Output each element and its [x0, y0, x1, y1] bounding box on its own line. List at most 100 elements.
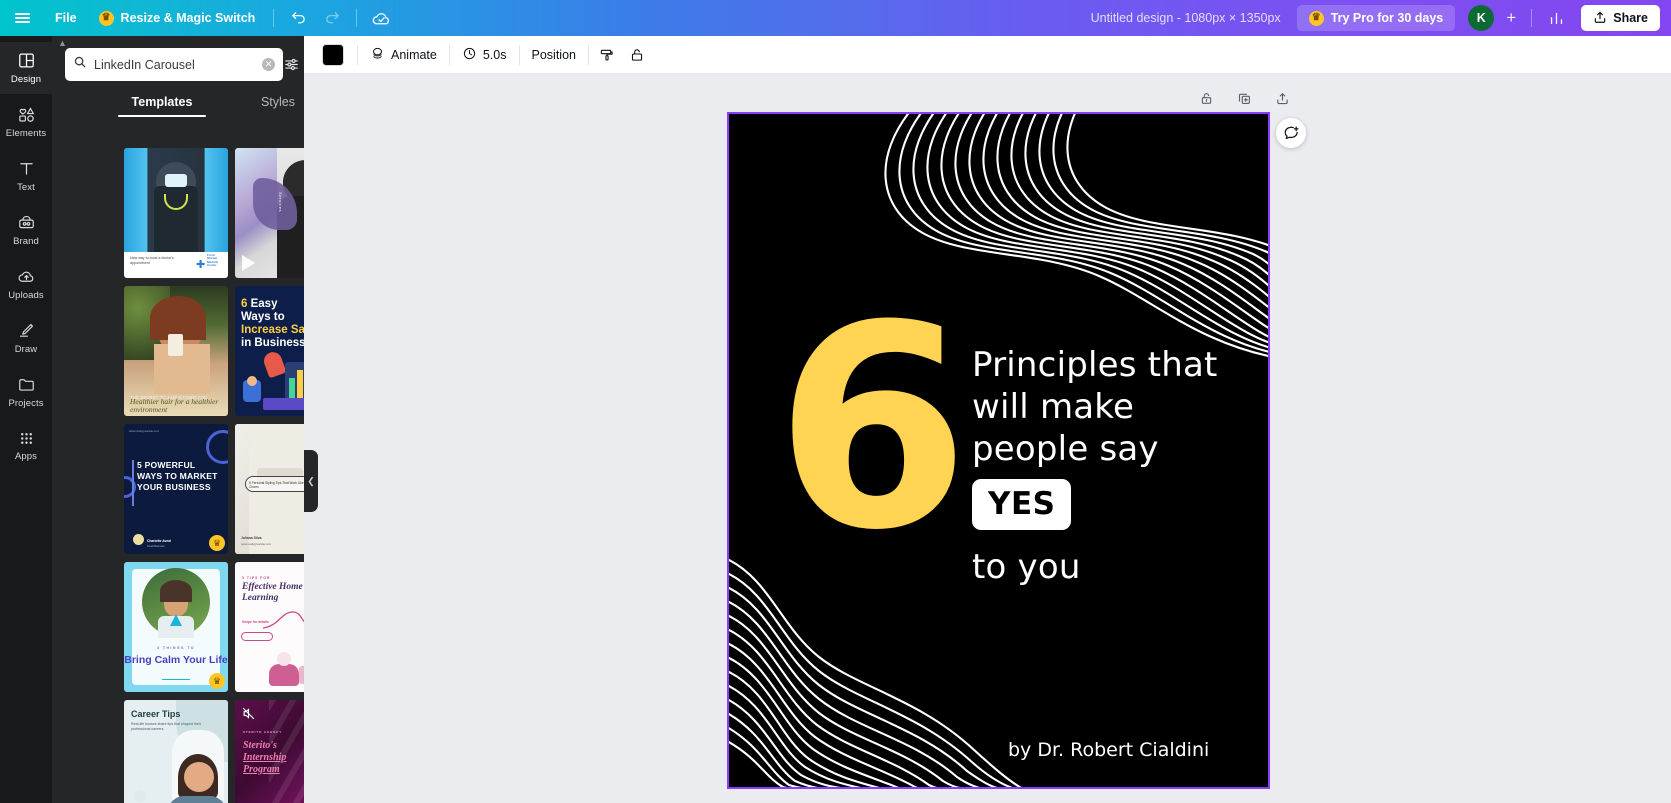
try-pro-button[interactable]: Try Pro for 30 days — [1296, 5, 1456, 31]
search-icon — [73, 55, 87, 74]
search-row: ✕ — [65, 48, 298, 81]
canva-editor: File Resize & Magic Switch — [0, 0, 1671, 803]
tab-styles-label: Styles — [260, 95, 296, 109]
search-input[interactable] — [94, 57, 255, 72]
duplicate-object-icon[interactable] — [1234, 88, 1254, 108]
design-canvas[interactable]: 6 Principles that will make people say Y… — [727, 112, 1270, 789]
template-brand: Charlotte Aveal — [147, 539, 171, 543]
design-headline: Principles that will make people say YES… — [972, 344, 1242, 588]
panel-collapse-handle[interactable]: ❮ — [304, 450, 318, 512]
document-title: Untitled design - 1080px × 1350px — [1090, 11, 1281, 25]
divider — [273, 9, 275, 27]
divider — [448, 44, 450, 65]
color-swatch-button[interactable] — [322, 43, 344, 66]
template-title: New way to book a doctor's appointment — [130, 256, 174, 265]
add-collaborator-button[interactable]: + — [1498, 5, 1524, 31]
tab-templates[interactable]: Templates — [104, 88, 220, 117]
hamburger-icon[interactable] — [0, 0, 44, 36]
sidebar-item-text[interactable]: Text — [0, 150, 52, 202]
template-title: Services — [278, 192, 283, 213]
sidebar-item-brand[interactable]: Brand — [0, 204, 52, 256]
search-box[interactable]: ✕ — [65, 48, 283, 81]
template-card[interactable]: www.reallygreatsite.com 5 POWERFUL WAYS … — [124, 424, 228, 554]
add-comment-icon[interactable] — [1276, 118, 1306, 148]
sidebar-item-projects[interactable]: Projects — [0, 366, 52, 418]
divider — [357, 44, 358, 65]
share-object-icon[interactable] — [1272, 88, 1292, 108]
animate-icon — [370, 46, 385, 64]
pro-crown-icon: ♛ — [209, 535, 225, 551]
design-byline: by Dr. Robert Cialdini — [1008, 739, 1210, 761]
sidebar-item-label: Draw — [14, 344, 38, 355]
position-button[interactable]: Position — [523, 41, 585, 69]
design-layout-icon — [17, 51, 36, 70]
sidebar-item-label: Text — [17, 182, 35, 193]
divider — [1531, 9, 1533, 27]
lock-icon[interactable] — [622, 41, 652, 69]
resize-magic-switch-label: Resize & Magic Switch — [120, 11, 256, 25]
mute-icon — [241, 706, 256, 724]
sidebar-item-label: Elements — [5, 128, 47, 139]
sidebar-item-uploads[interactable]: Uploads — [0, 258, 52, 310]
sidebar-item-apps[interactable]: Apps — [0, 420, 52, 472]
play-icon — [242, 255, 255, 271]
apps-grid-icon — [18, 430, 35, 447]
share-button[interactable]: Share — [1581, 5, 1660, 31]
headline-line-2: will make — [972, 387, 1135, 427]
crown-icon — [98, 9, 114, 27]
sidebar-item-draw[interactable]: Draw — [0, 312, 52, 364]
animate-button[interactable]: Animate — [361, 41, 446, 69]
sidebar-item-label: Design — [10, 74, 42, 85]
undo-icon[interactable] — [281, 0, 315, 36]
try-pro-label: Try Pro for 30 days — [1330, 11, 1444, 25]
sidebar-item-label: Brand — [13, 236, 39, 247]
crown-icon — [1308, 9, 1324, 27]
template-title: Healthier hair for a healthier environme… — [130, 397, 219, 414]
duration-button[interactable]: 5.0s — [453, 41, 516, 69]
elements-shapes-icon — [17, 105, 36, 124]
redo-icon[interactable] — [315, 0, 349, 36]
panel-tabs: Templates Styles — [104, 88, 336, 117]
template-card[interactable]: 3 THINGS TO Bring Calm Your Life ♛ — [124, 562, 228, 692]
file-menu-button[interactable]: File — [44, 0, 88, 36]
clock-icon — [462, 46, 477, 64]
plus-label: + — [1506, 8, 1517, 27]
share-label: Share — [1613, 11, 1648, 25]
object-toolbar: Animate 5.0s Position — [304, 36, 1671, 74]
chevron-left-icon: ❮ — [307, 475, 315, 486]
avatar-initial: K — [1476, 11, 1486, 25]
projects-folder-icon — [17, 375, 36, 394]
position-label: Position — [531, 47, 576, 62]
clear-x-icon[interactable]: ✕ — [262, 58, 275, 71]
template-card[interactable]: Career Tips Real-life bosses share tips … — [124, 700, 228, 803]
duration-label: 5.0s — [482, 47, 507, 62]
design-big-number: 6 — [775, 266, 970, 592]
divider — [587, 44, 589, 65]
share-upload-icon — [1593, 10, 1607, 27]
template-card[interactable]: New way to book a doctor's appointment ✚… — [124, 148, 228, 278]
cloud-saved-icon[interactable] — [364, 0, 398, 36]
template-card[interactable]: THE SECRET TO A HEALTHIER YOU Healthier … — [124, 286, 228, 416]
sidebar-item-label: Projects — [8, 398, 44, 409]
resize-magic-switch-button[interactable]: Resize & Magic Switch — [88, 0, 267, 36]
sidebar-item-design[interactable]: Design — [0, 42, 52, 94]
left-rail: Design Elements Text Brand Uploads Draw … — [0, 36, 52, 803]
insights-chart-icon[interactable] — [1539, 0, 1573, 36]
lock-object-icon[interactable] — [1196, 88, 1216, 108]
paint-roller-icon[interactable] — [592, 41, 622, 69]
template-brand: Juliana Silva — [241, 536, 262, 540]
template-title: Career Tips — [131, 709, 181, 719]
sidebar-item-label: Apps — [14, 451, 38, 462]
sidebar-item-label: Uploads — [8, 290, 44, 301]
avatar[interactable]: K — [1468, 5, 1495, 31]
template-kicker: STERITO AGENCY — [243, 730, 283, 734]
filter-sliders-icon[interactable] — [283, 56, 300, 73]
headline-line-3: people say — [972, 429, 1159, 469]
design-yes-chip: YES — [972, 479, 1072, 530]
panel-collapse-chevron-icon[interactable]: ▲ — [58, 38, 67, 48]
template-title: Bring Calm Your Life — [124, 654, 228, 666]
sidebar-item-elements[interactable]: Elements — [0, 96, 52, 148]
tab-templates-label: Templates — [131, 95, 193, 109]
top-bar: File Resize & Magic Switch — [0, 0, 1671, 36]
pro-crown-icon: ♛ — [209, 673, 225, 689]
